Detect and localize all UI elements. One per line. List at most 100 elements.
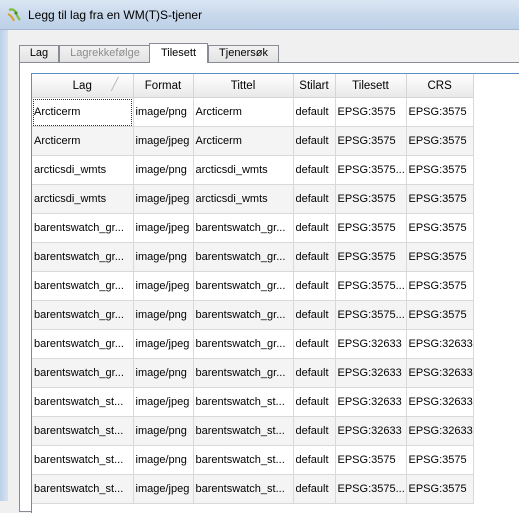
cell-format[interactable]: image/png xyxy=(133,416,194,446)
cell-crs[interactable]: EPSG:32633 xyxy=(406,358,474,388)
cell-format[interactable]: image/png xyxy=(133,358,194,388)
cell-tilesett[interactable]: EPSG:32633 xyxy=(335,358,407,388)
cell-stilart[interactable]: default xyxy=(293,97,336,127)
cell-crs[interactable]: EPSG:32633 xyxy=(406,329,474,359)
cell-tilesett[interactable]: EPSG:3575 xyxy=(335,97,407,127)
cell-format[interactable]: image/jpeg xyxy=(133,387,194,417)
cell-tilesett[interactable]: EPSG:3575... xyxy=(335,300,407,330)
tab-tjenersok[interactable]: Tjenersøk xyxy=(208,45,279,62)
cell-tilesett[interactable]: EPSG:3575 xyxy=(335,126,407,156)
column-header-stilart[interactable]: Stilart xyxy=(293,74,336,98)
cell-tittel[interactable]: Arcticerm xyxy=(193,126,294,156)
cell-lag[interactable]: barentswatch_gr... xyxy=(32,213,134,243)
cell-crs[interactable]: EPSG:3575 xyxy=(406,126,474,156)
cell-tittel[interactable]: arcticsdi_wmts xyxy=(193,184,294,214)
cell-stilart[interactable]: default xyxy=(293,387,336,417)
cell-tilesett[interactable]: EPSG:3575... xyxy=(335,474,407,504)
cell-crs[interactable]: EPSG:3575 xyxy=(406,213,474,243)
cell-stilart[interactable]: default xyxy=(293,271,336,301)
table-row[interactable]: barentswatch_gr... image/jpeg barentswatch… xyxy=(32,271,474,301)
column-header-crs[interactable]: CRS xyxy=(406,74,474,98)
cell-tittel[interactable]: barentswatch_gr... xyxy=(193,358,294,388)
table-row[interactable]: barentswatch_st... image/png barentswatch_… xyxy=(32,445,474,475)
cell-crs[interactable]: EPSG:3575 xyxy=(406,300,474,330)
cell-crs[interactable]: EPSG:3575 xyxy=(406,445,474,475)
cell-stilart[interactable]: default xyxy=(293,242,336,272)
cell-stilart[interactable]: default xyxy=(293,329,336,359)
cell-lag[interactable]: barentswatch_st... xyxy=(32,445,134,475)
cell-lag[interactable]: Arcticerm xyxy=(32,126,134,156)
table-row[interactable]: barentswatch_st... image/jpeg barentswatch… xyxy=(32,474,474,504)
cell-tittel[interactable]: barentswatch_st... xyxy=(193,387,294,417)
table-row[interactable]: barentswatch_gr... image/png barentswatch_… xyxy=(32,358,474,388)
cell-lag[interactable]: barentswatch_st... xyxy=(32,387,134,417)
table-row[interactable]: barentswatch_gr... image/png barentswatch_… xyxy=(32,242,474,272)
cell-tilesett[interactable]: EPSG:32633 xyxy=(335,387,407,417)
cell-crs[interactable]: EPSG:3575 xyxy=(406,155,474,185)
cell-format[interactable]: image/jpeg xyxy=(133,126,194,156)
cell-crs[interactable]: EPSG:3575 xyxy=(406,474,474,504)
cell-crs[interactable]: EPSG:3575 xyxy=(406,184,474,214)
cell-lag[interactable]: arcticsdi_wmts xyxy=(32,184,134,214)
cell-tilesett[interactable]: EPSG:3575 xyxy=(335,445,407,475)
table-row[interactable]: arcticsdi_wmts image/png arcticsdi_wmts def… xyxy=(32,155,474,185)
cell-tittel[interactable]: barentswatch_gr... xyxy=(193,329,294,359)
title-bar[interactable]: Legg til lag fra en WM(T)S-tjener xyxy=(0,0,519,30)
column-header-tilesett[interactable]: Tilesett xyxy=(335,74,407,98)
cell-tilesett[interactable]: EPSG:32633 xyxy=(335,416,407,446)
table-row[interactable]: barentswatch_gr... image/png barentswatch_… xyxy=(32,300,474,330)
cell-lag[interactable]: barentswatch_st... xyxy=(32,474,134,504)
cell-lag[interactable]: barentswatch_gr... xyxy=(32,271,134,301)
cell-tittel[interactable]: barentswatch_gr... xyxy=(193,300,294,330)
cell-tittel[interactable]: barentswatch_st... xyxy=(193,474,294,504)
cell-tittel[interactable]: Arcticerm xyxy=(193,97,294,127)
column-header-format[interactable]: Format xyxy=(133,74,194,98)
cell-format[interactable]: image/jpeg xyxy=(133,474,194,504)
cell-tilesett[interactable]: EPSG:3575 xyxy=(335,213,407,243)
cell-lag[interactable]: arcticsdi_wmts xyxy=(32,155,134,185)
cell-lag[interactable]: barentswatch_gr... xyxy=(32,242,134,272)
tab-lagrekkefolge[interactable]: Lagrekkefølge xyxy=(59,45,151,62)
cell-format[interactable]: image/jpeg xyxy=(133,184,194,214)
cell-crs[interactable]: EPSG:3575 xyxy=(406,271,474,301)
cell-format[interactable]: image/png xyxy=(133,445,194,475)
table-row[interactable]: arcticsdi_wmts image/jpeg arcticsdi_wmts de… xyxy=(32,184,474,214)
cell-crs[interactable]: EPSG:3575 xyxy=(406,242,474,272)
cell-crs[interactable]: EPSG:3575 xyxy=(406,97,474,127)
table-row[interactable]: barentswatch_st... image/jpeg barentswatch… xyxy=(32,387,474,417)
cell-format[interactable]: image/png xyxy=(133,155,194,185)
table-row[interactable]: barentswatch_st... image/png barentswatch_… xyxy=(32,416,474,446)
cell-tilesett[interactable]: EPSG:3575... xyxy=(335,271,407,301)
tab-tilesett[interactable]: Tilesett xyxy=(149,43,208,63)
cell-tittel[interactable]: barentswatch_st... xyxy=(193,445,294,475)
cell-crs[interactable]: EPSG:32633 xyxy=(406,387,474,417)
cell-format[interactable]: image/png xyxy=(133,300,194,330)
cell-format[interactable]: image/jpeg xyxy=(133,329,194,359)
cell-tilesett[interactable]: EPSG:3575... xyxy=(335,155,407,185)
cell-crs[interactable]: EPSG:32633 xyxy=(406,416,474,446)
cell-format[interactable]: image/png xyxy=(133,97,194,127)
cell-tilesett[interactable]: EPSG:32633 xyxy=(335,329,407,359)
table-row[interactable]: barentswatch_gr... image/jpeg barentswatch… xyxy=(32,213,474,243)
tileset-table[interactable]: Lag ╱ Format Tittel Stilart Tilesett CRS… xyxy=(31,73,519,513)
cell-stilart[interactable]: default xyxy=(293,445,336,475)
cell-lag[interactable]: Arcticerm xyxy=(32,97,134,127)
cell-format[interactable]: image/jpeg xyxy=(133,213,194,243)
table-row[interactable]: Arcticerm image/png Arcticerm default EPSG:3… xyxy=(32,97,474,127)
cell-lag[interactable]: barentswatch_gr... xyxy=(32,358,134,388)
cell-tittel[interactable]: barentswatch_gr... xyxy=(193,242,294,272)
cell-stilart[interactable]: default xyxy=(293,358,336,388)
cell-tilesett[interactable]: EPSG:3575 xyxy=(335,242,407,272)
cell-stilart[interactable]: default xyxy=(293,126,336,156)
cell-format[interactable]: image/jpeg xyxy=(133,271,194,301)
column-header-lag[interactable]: Lag ╱ xyxy=(32,74,134,98)
table-row[interactable]: Arcticerm image/jpeg Arcticerm default EPSG:… xyxy=(32,126,474,156)
cell-format[interactable]: image/png xyxy=(133,242,194,272)
cell-tittel[interactable]: barentswatch_st... xyxy=(193,416,294,446)
cell-stilart[interactable]: default xyxy=(293,155,336,185)
cell-lag[interactable]: barentswatch_gr... xyxy=(32,329,134,359)
cell-tilesett[interactable]: EPSG:3575 xyxy=(335,184,407,214)
table-row[interactable]: barentswatch_gr... image/jpeg barentswatch… xyxy=(32,329,474,359)
cell-stilart[interactable]: default xyxy=(293,184,336,214)
cell-tittel[interactable]: barentswatch_gr... xyxy=(193,213,294,243)
